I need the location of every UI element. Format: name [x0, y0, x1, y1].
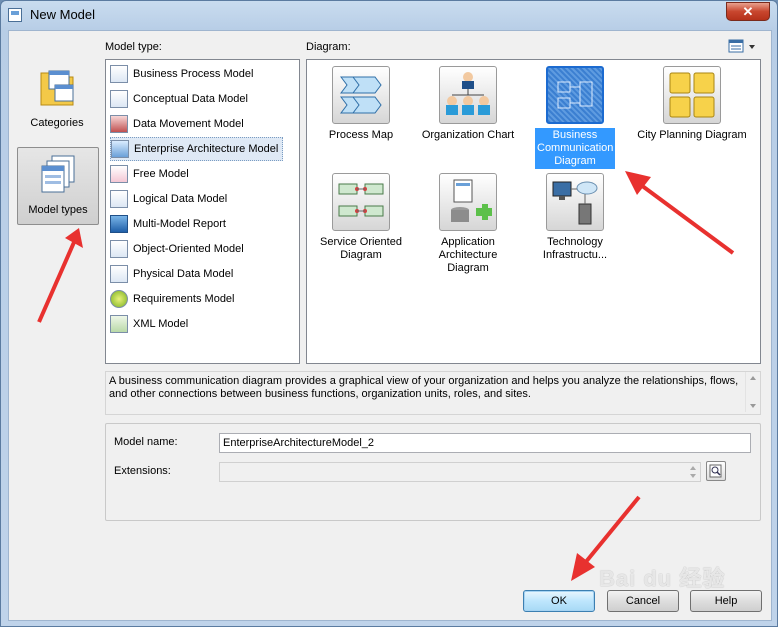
- extensions-field[interactable]: [219, 462, 701, 482]
- list-item-label: Object-Oriented Model: [133, 243, 244, 255]
- list-item-conceptual-data-model[interactable]: Conceptual Data Model: [110, 88, 252, 110]
- folder-forms-icon: [37, 65, 77, 107]
- list-item-label: Conceptual Data Model: [133, 93, 248, 105]
- list-item-label: Multi-Model Report: [133, 218, 226, 230]
- diagram-label: Application Architecture Diagram: [438, 236, 498, 274]
- list-item-label: XML Model: [133, 318, 189, 330]
- list-item-multi-model-report[interactable]: Multi-Model Report: [110, 213, 230, 235]
- multi-model-report-icon: [110, 215, 128, 233]
- list-item-label: Data Movement Model: [133, 118, 244, 130]
- description-text: A business communication diagram provide…: [109, 375, 739, 400]
- extensions-spinner[interactable]: [687, 464, 699, 480]
- description-scrollbar[interactable]: [745, 372, 760, 412]
- technology-infrastructure-icon: [546, 173, 604, 231]
- diagram-label: Business Communication Diagram: [535, 128, 615, 169]
- close-button[interactable]: ✕: [726, 2, 770, 21]
- object-oriented-model-icon: [110, 240, 128, 258]
- diagram-business-communication[interactable]: Business Communication Diagram: [523, 66, 627, 169]
- description-box: A business communication diagram provide…: [105, 371, 761, 415]
- list-item-label: Physical Data Model: [133, 268, 234, 280]
- list-item-free-model[interactable]: Free Model: [110, 163, 193, 185]
- diagram-label: Technology Infrastructu...: [542, 236, 608, 261]
- diagram-label: Service Oriented Diagram: [320, 236, 402, 261]
- business-communication-diagram-icon: [546, 66, 604, 124]
- free-model-icon: [110, 165, 128, 183]
- enterprise-architecture-model-icon: [111, 140, 129, 158]
- model-name-input[interactable]: EnterpriseArchitectureModel_2: [219, 433, 751, 453]
- browse-extensions-button[interactable]: [706, 461, 726, 481]
- service-oriented-diagram-icon: [332, 173, 390, 231]
- extensions-label: Extensions:: [114, 465, 171, 477]
- model-name-label: Model name:: [114, 436, 178, 448]
- data-movement-model-icon: [110, 115, 128, 133]
- list-item-label: Free Model: [133, 168, 189, 180]
- magnifier-icon: [709, 464, 722, 478]
- organization-chart-icon: [439, 66, 497, 124]
- model-type-label: Model type:: [105, 41, 162, 53]
- diagram-label: Organization Chart: [421, 129, 515, 141]
- list-item-business-process-model[interactable]: Business Process Model: [110, 63, 257, 85]
- annotation-arrow: [37, 228, 83, 323]
- view-mode-button[interactable]: [727, 38, 759, 55]
- title-bar[interactable]: New Model ✕: [1, 1, 777, 29]
- list-item-enterprise-architecture-model[interactable]: Enterprise Architecture Model: [110, 137, 284, 161]
- list-item-xml-model[interactable]: XML Model: [110, 313, 192, 335]
- category-label: Model types: [28, 204, 88, 216]
- diagram-service-oriented[interactable]: Service Oriented Diagram: [309, 173, 413, 263]
- application-architecture-diagram-icon: [439, 173, 497, 231]
- list-item-physical-data-model[interactable]: Physical Data Model: [110, 263, 237, 285]
- city-planning-diagram-icon: [663, 66, 721, 124]
- requirements-model-icon: [110, 290, 128, 308]
- category-model-types[interactable]: Model types: [17, 147, 99, 225]
- category-label: Categories: [30, 117, 84, 129]
- category-categories[interactable]: Categories: [17, 65, 97, 139]
- diagram-label: Process Map: [328, 129, 394, 141]
- cancel-button[interactable]: Cancel: [607, 590, 679, 612]
- window-title: New Model: [30, 7, 96, 22]
- list-item-logical-data-model[interactable]: Logical Data Model: [110, 188, 231, 210]
- list-item-object-oriented-model[interactable]: Object-Oriented Model: [110, 238, 248, 260]
- ok-button[interactable]: OK: [523, 590, 595, 612]
- annotation-arrow: [571, 495, 641, 581]
- window-icon: [8, 8, 22, 22]
- process-map-icon: [332, 66, 390, 124]
- list-view-icon: [728, 39, 755, 53]
- list-item-requirements-model[interactable]: Requirements Model: [110, 288, 239, 310]
- diagram-application-architecture[interactable]: Application Architecture Diagram: [416, 173, 520, 276]
- list-item-data-movement-model[interactable]: Data Movement Model: [110, 113, 248, 135]
- diagram-label: City Planning Diagram: [637, 129, 747, 141]
- logical-data-model-icon: [110, 190, 128, 208]
- chevron-down-icon: [749, 45, 755, 49]
- new-model-dialog: New Model ✕ Model type: Diagram: Categor…: [0, 0, 778, 627]
- list-item-label: Requirements Model: [133, 293, 235, 305]
- xml-model-icon: [110, 315, 128, 333]
- diagram-organization-chart[interactable]: Organization Chart: [416, 66, 520, 143]
- model-type-list[interactable]: Business Process Model Conceptual Data M…: [105, 59, 300, 364]
- annotation-arrow: [625, 171, 735, 255]
- list-item-label: Business Process Model: [133, 68, 254, 80]
- help-button[interactable]: Help: [690, 590, 762, 612]
- diagram-city-planning[interactable]: City Planning Diagram: [630, 66, 754, 143]
- diagram-technology-infrastructure[interactable]: Technology Infrastructu...: [523, 173, 627, 263]
- list-item-label: Logical Data Model: [133, 193, 228, 205]
- physical-data-model-icon: [110, 265, 128, 283]
- category-panel: Categories Model types: [15, 61, 99, 231]
- business-process-model-icon: [110, 65, 128, 83]
- diagram-label: Diagram:: [306, 41, 351, 53]
- conceptual-data-model-icon: [110, 90, 128, 108]
- diagram-process-map[interactable]: Process Map: [309, 66, 413, 143]
- list-item-label: Enterprise Architecture Model: [134, 143, 279, 155]
- stacked-forms-icon: [38, 154, 78, 196]
